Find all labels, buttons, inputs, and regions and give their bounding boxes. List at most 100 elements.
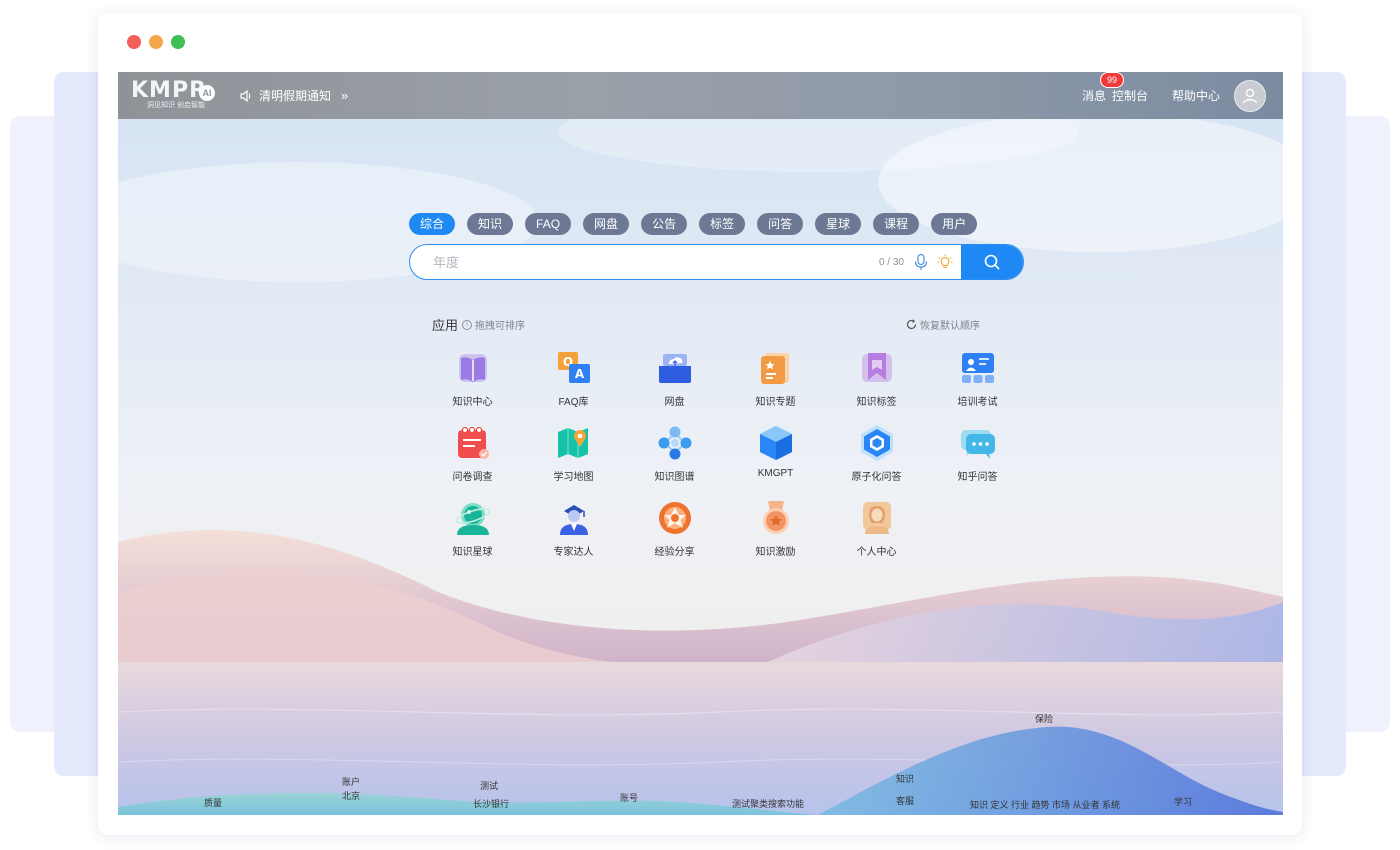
hot-word[interactable]: 账号	[620, 791, 638, 804]
minimize-window-dot[interactable]	[149, 35, 163, 49]
microphone-icon[interactable]	[913, 253, 929, 271]
app-tile-label: 问卷调查	[452, 472, 493, 483]
app-tile-book[interactable]: 知识中心	[422, 348, 523, 423]
logo-slogan: 洞见知识 创启智能	[147, 102, 205, 109]
app-tile-map[interactable]: 学习地图	[523, 423, 624, 498]
hexagon-icon	[860, 425, 893, 461]
app-tile-cube[interactable]: KMGPT	[725, 423, 826, 498]
hot-word[interactable]: 知识 定义 行业 趋势 市场 从业者 系统	[970, 798, 1120, 811]
announcement-text: 清明假期通知	[259, 89, 332, 103]
app-tile-label: KMGPT	[757, 468, 794, 479]
double-chevron-right-icon[interactable]: »	[341, 88, 348, 103]
expert-icon	[559, 505, 588, 535]
app-grid: 知识中心 Q A FAQ库 网盘 知识专题 知识标签 培训考试问卷调查 学习地图 知识图谱 KMGP…	[422, 348, 1034, 573]
hot-word[interactable]: 账户	[342, 775, 360, 788]
graph-icon	[658, 426, 691, 460]
app-tile-expert[interactable]: 专家达人	[523, 498, 624, 573]
drag-sort-hint-text: 拖拽可排序	[475, 321, 525, 332]
tab-0[interactable]: 综合	[409, 213, 456, 235]
hot-word[interactable]: 测试聚类搜索功能	[732, 797, 804, 810]
hot-word[interactable]: 质量	[204, 796, 222, 809]
tab-5[interactable]: 标签	[699, 213, 746, 235]
app-tile-training[interactable]: 培训考试	[927, 348, 1028, 423]
app-viewport: KMPR AI 洞见知识 创启智能 清明假期通知 » 消息 99 控制台 帮助中…	[118, 72, 1283, 815]
qa-icon: QA	[557, 352, 590, 383]
hot-word[interactable]: 保险	[1035, 712, 1053, 725]
messages-count-badge: 99	[1099, 72, 1124, 88]
app-tile-label: 网盘	[664, 397, 685, 408]
tab-9[interactable]: 用户	[931, 213, 978, 235]
share-icon	[658, 502, 691, 534]
hot-word[interactable]: 客服	[896, 794, 914, 807]
app-tile-planet[interactable]: 知识星球	[422, 498, 523, 573]
window-controls	[127, 35, 185, 49]
tab-7[interactable]: 星球	[815, 213, 862, 235]
person-icon	[862, 502, 891, 534]
app-tile-bookmark[interactable]: 知识标签	[826, 348, 927, 423]
hot-word[interactable]: 知识	[896, 772, 914, 785]
medal-icon	[762, 501, 789, 534]
cloud-drive-icon	[658, 354, 691, 383]
maximize-window-dot[interactable]	[171, 35, 185, 49]
close-window-dot[interactable]	[127, 35, 141, 49]
tab-2[interactable]: FAQ	[525, 213, 572, 235]
tab-3[interactable]: 网盘	[583, 213, 630, 235]
app-tile-hexagon[interactable]: 原子化问答	[826, 423, 927, 498]
reset-order-label: 恢复默认顺序	[920, 321, 980, 332]
map-icon	[557, 428, 588, 458]
app-tile-person[interactable]: 个人中心	[826, 498, 927, 573]
kmpr-logo[interactable]: KMPR AI 洞见知识 创启智能	[131, 80, 227, 112]
bookmark-icon	[861, 353, 892, 382]
lightbulb-icon[interactable]	[937, 253, 953, 271]
messages-link[interactable]: 消息 99	[1081, 72, 1124, 104]
app-tile-label: 知识激励	[755, 547, 796, 558]
tab-1[interactable]: 知识	[467, 213, 514, 235]
svg-text:A: A	[574, 367, 584, 381]
app-tile-label: 原子化问答	[851, 472, 902, 483]
topic-icon	[760, 353, 789, 384]
announcement-ticker[interactable]: 清明假期通知 »	[239, 87, 348, 104]
app-tile-graph[interactable]: 知识图谱	[624, 423, 725, 498]
user-icon	[1242, 88, 1258, 103]
app-tile-label: 专家达人	[553, 547, 594, 558]
tab-6[interactable]: 问答	[757, 213, 804, 235]
app-tile-label: FAQ库	[558, 397, 589, 408]
tab-4[interactable]: 公告	[641, 213, 688, 235]
messages-label: 消息	[1081, 89, 1106, 103]
apps-section-header: 应用 i 拖拽可排序 恢复默认顺序	[432, 315, 980, 333]
training-icon	[961, 353, 994, 383]
console-link[interactable]: 控制台	[1112, 87, 1148, 104]
app-tile-topic[interactable]: 知识专题	[725, 348, 826, 423]
app-tile-label: 培训考试	[957, 397, 998, 408]
top-navigation-bar: KMPR AI 洞见知识 创启智能 清明假期通知 » 消息 99 控制台 帮助中…	[118, 72, 1283, 119]
survey-icon	[457, 426, 489, 459]
app-tile-label: 知识专题	[755, 397, 796, 408]
hot-word[interactable]: 长沙银行	[473, 797, 509, 810]
app-tile-medal[interactable]: 知识激励	[725, 498, 826, 573]
user-avatar[interactable]	[1234, 79, 1266, 112]
header-nav: 消息 99 控制台 帮助中心	[1082, 72, 1266, 119]
search-bar: 0 / 30	[409, 244, 1024, 280]
cube-icon	[759, 426, 792, 460]
speaker-icon	[240, 89, 251, 102]
search-input[interactable]	[410, 245, 879, 279]
apps-title: 应用	[432, 318, 459, 333]
chat-icon	[960, 430, 995, 459]
drag-sort-hint: i 拖拽可排序	[462, 317, 525, 332]
app-tile-cloud-drive[interactable]: 网盘	[624, 348, 725, 423]
hot-word[interactable]: 测试	[480, 779, 498, 792]
search-button[interactable]	[961, 245, 1023, 279]
tab-8[interactable]: 课程	[873, 213, 920, 235]
browser-window: KMPR AI 洞见知识 创启智能 清明假期通知 » 消息 99 控制台 帮助中…	[98, 13, 1302, 835]
app-tile-qa[interactable]: Q A FAQ库	[523, 348, 624, 423]
app-tile-label: 经验分享	[654, 547, 695, 558]
app-tile-survey[interactable]: 问卷调查	[422, 423, 523, 498]
hot-word[interactable]: 学习	[1174, 795, 1192, 808]
app-tile-chat[interactable]: 知乎问答	[927, 423, 1028, 498]
reset-order-button[interactable]: 恢复默认顺序	[906, 317, 980, 332]
info-icon: i	[462, 319, 472, 330]
app-tile-label: 知识标签	[856, 397, 897, 408]
hot-word[interactable]: 北京	[342, 789, 360, 802]
help-center-link[interactable]: 帮助中心	[1172, 87, 1220, 104]
app-tile-share[interactable]: 经验分享	[624, 498, 725, 573]
